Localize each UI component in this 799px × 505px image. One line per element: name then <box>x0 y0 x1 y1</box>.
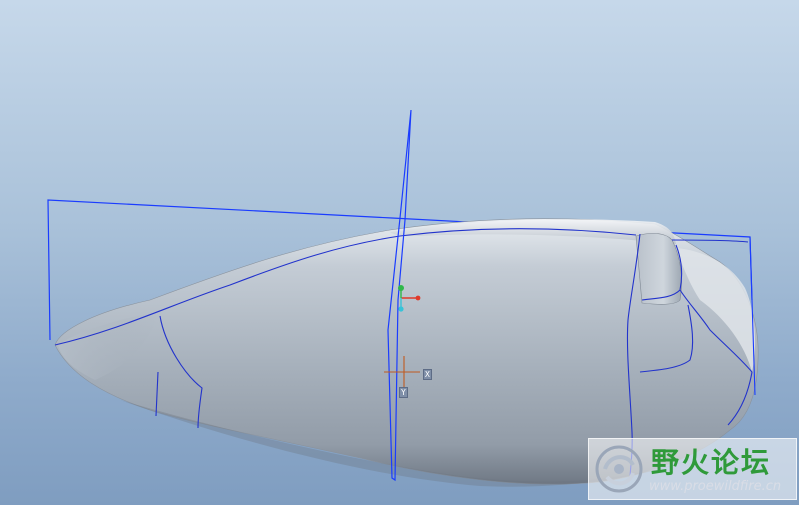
watermark-logo-icon <box>595 445 643 493</box>
3d-viewport[interactable]: X Y 野火论坛 www.proewildfire.cn <box>0 0 799 505</box>
watermark-url: www.proewildfire.cn <box>649 479 782 494</box>
model-scene[interactable] <box>0 0 799 505</box>
csys-tag-x: X <box>423 369 432 380</box>
csys-tag-y: Y <box>399 387 408 398</box>
watermark-title: 野火论坛 <box>651 446 772 479</box>
watermark: 野火论坛 www.proewildfire.cn <box>588 438 797 500</box>
